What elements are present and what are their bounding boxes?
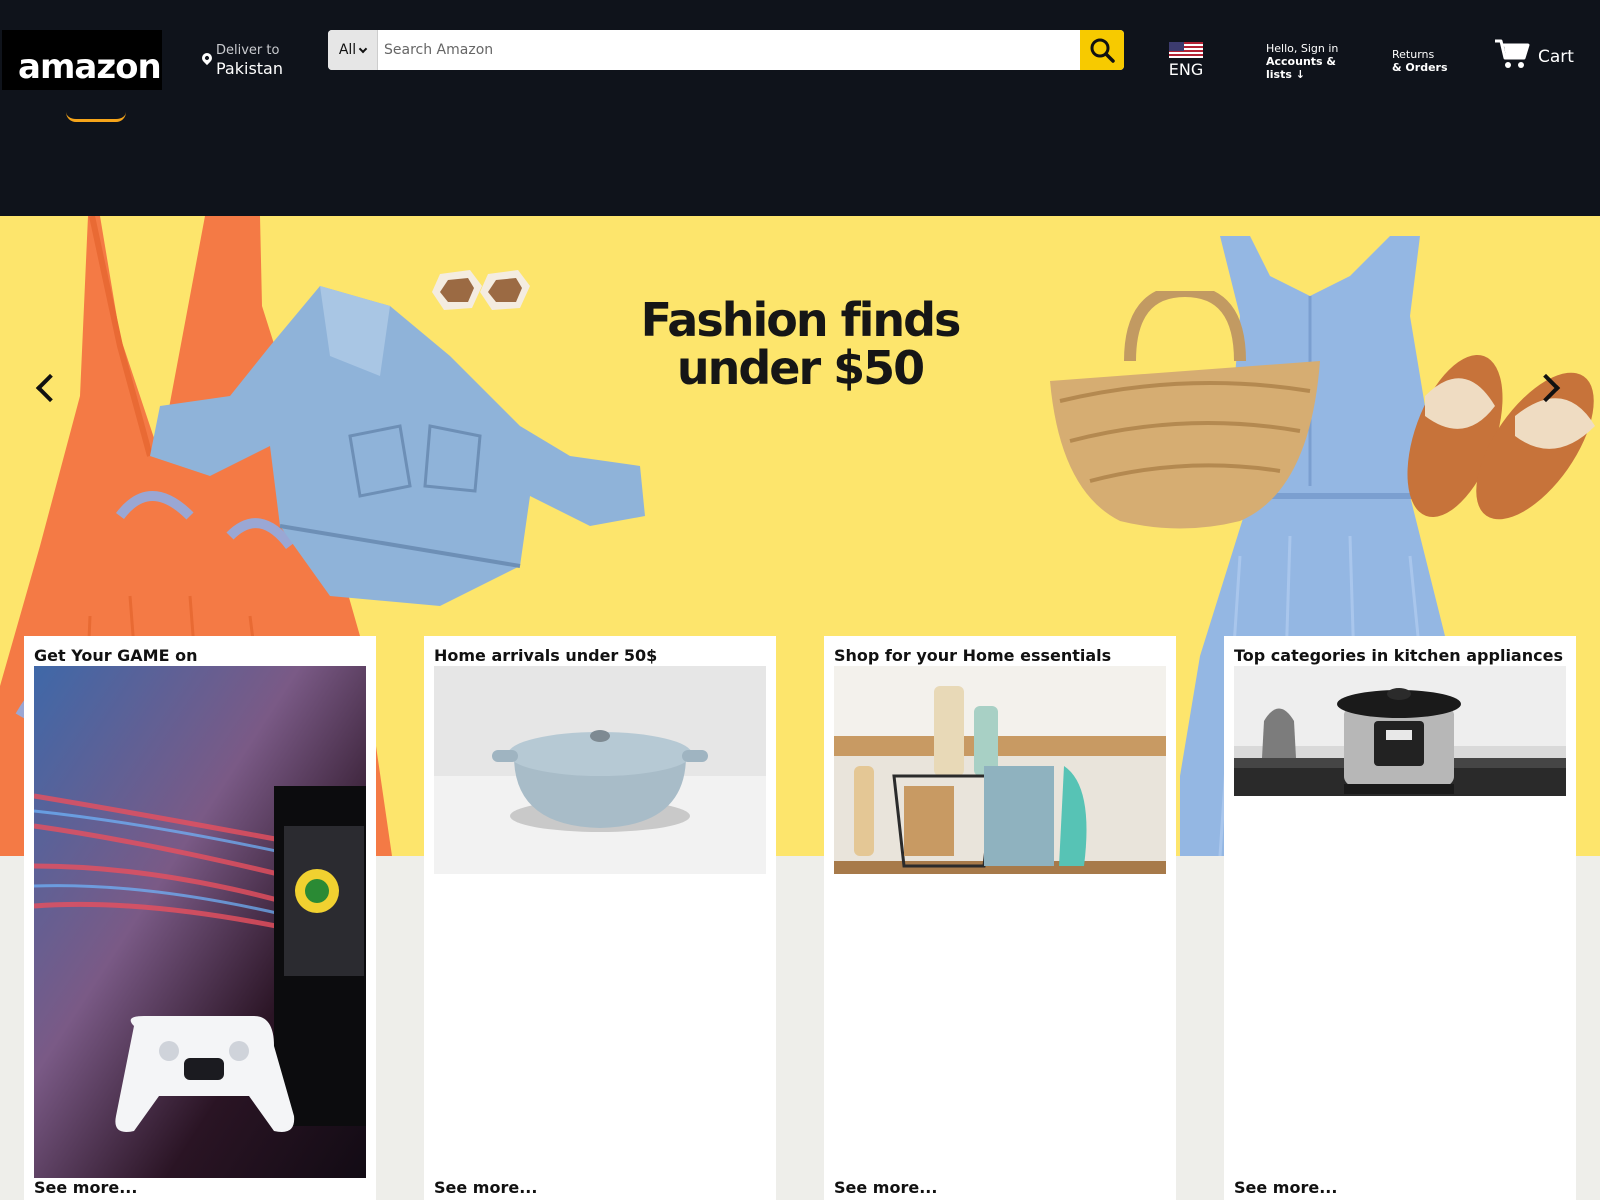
cart-icon <box>1495 39 1530 68</box>
pressure-cooker-image[interactable] <box>1234 666 1566 796</box>
hero-title-line-2: under $50 <box>676 341 925 395</box>
see-more-link[interactable]: See more... <box>434 1178 537 1197</box>
chevron-left-icon <box>35 373 65 403</box>
account-greeting: Hello, Sign in <box>1266 42 1339 55</box>
account-label: Accounts & lists ↓ <box>1266 55 1337 81</box>
cleaning-supplies-image[interactable] <box>834 666 1166 874</box>
cart-button[interactable]: Cart <box>1494 38 1574 70</box>
language-selector[interactable]: ENG <box>1168 42 1204 80</box>
orders-label: & Orders <box>1392 61 1448 74</box>
deliver-label: Deliver to <box>216 43 280 58</box>
card-title: Get Your GAME on <box>34 646 198 665</box>
hero-title: Fashion finds under $50 <box>560 296 1040 392</box>
chevron-right-icon <box>1531 373 1561 403</box>
search-category-value: All <box>338 42 357 58</box>
card-title: Top categories in kitchen appliances <box>1234 646 1563 665</box>
logo-text: amazon <box>18 47 162 87</box>
deliver-location: Pakistan <box>216 59 283 78</box>
chevron-down-icon <box>358 44 368 53</box>
hero-title-line-1: Fashion finds <box>640 293 962 347</box>
product-card-home-essentials[interactable]: Shop for your Home essentials See more..… <box>824 636 1176 1200</box>
card-title: Home arrivals under 50$ <box>434 646 658 665</box>
search-category-select[interactable]: All <box>328 30 378 70</box>
account-menu[interactable]: Hello, Sign in Accounts & lists ↓ <box>1266 42 1346 81</box>
search-bar: All <box>328 30 1124 70</box>
product-card-home-arrivals[interactable]: Home arrivals under 50$ See more... <box>424 636 776 1200</box>
straw-bag-image <box>1050 291 1320 529</box>
top-navbar: amazon Deliver to Pakistan All ENG Hello… <box>0 0 1600 216</box>
search-input[interactable] <box>378 30 1080 70</box>
us-flag-icon <box>1169 42 1203 58</box>
search-icon <box>1090 38 1115 63</box>
returns-orders[interactable]: Returns & Orders <box>1392 48 1448 74</box>
search-button[interactable] <box>1080 30 1124 70</box>
carousel-next-button[interactable] <box>1531 356 1572 416</box>
arrow-down-icon: ↓ <box>1295 68 1305 81</box>
returns-label: Returns <box>1392 48 1435 61</box>
see-more-link[interactable]: See more... <box>34 1178 137 1197</box>
carousel-prev-button[interactable] <box>26 356 66 416</box>
dutch-oven-image[interactable] <box>434 666 766 874</box>
location-pin-icon <box>199 50 215 66</box>
language-label: ENG <box>1168 60 1204 79</box>
product-card-kitchen-appliances[interactable]: Top categories in kitchen appliances See… <box>1224 636 1576 1200</box>
deliver-to[interactable]: Deliver to Pakistan <box>199 43 283 79</box>
gaming-image[interactable] <box>34 666 366 1178</box>
product-card-gaming[interactable]: Get Your GAME on See more... <box>24 636 376 1200</box>
logo-smile-icon <box>66 112 126 122</box>
card-title: Shop for your Home essentials <box>834 646 1112 665</box>
cart-label: Cart <box>1538 47 1574 67</box>
amazon-logo[interactable]: amazon <box>2 30 162 122</box>
see-more-link[interactable]: See more... <box>834 1178 937 1197</box>
sunglasses-image <box>432 270 530 310</box>
see-more-link[interactable]: See more... <box>1234 1178 1337 1197</box>
